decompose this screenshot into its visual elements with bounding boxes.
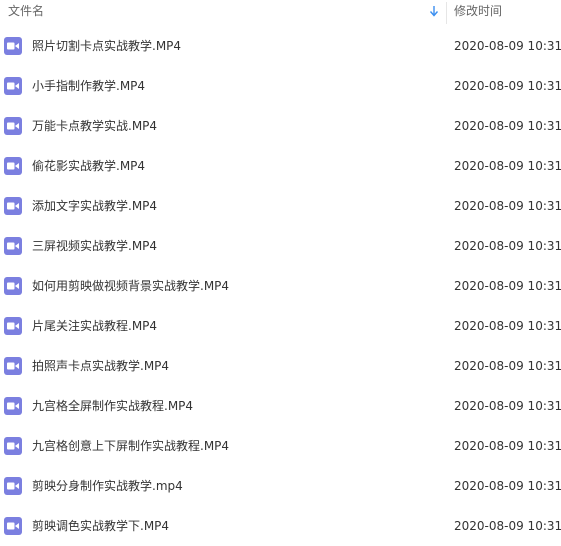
video-file-icon <box>4 157 22 175</box>
file-modified-time: 2020-08-09 10:31 <box>454 399 561 413</box>
file-modified-time: 2020-08-09 10:31 <box>454 159 561 173</box>
file-name[interactable]: 剪映调色实战教学下.MP4 <box>32 517 169 535</box>
column-header-name[interactable]: 文件名 <box>8 3 44 19</box>
file-modified-time: 2020-08-09 10:31 <box>454 199 561 213</box>
file-name[interactable]: 照片切割卡点实战教学.MP4 <box>32 37 181 55</box>
video-file-icon <box>4 477 22 495</box>
video-file-icon <box>4 277 22 295</box>
sort-down-arrow-icon[interactable] <box>429 4 439 18</box>
file-modified-time: 2020-08-09 10:31 <box>454 359 561 373</box>
file-row[interactable]: 剪映调色实战教学下.MP4 2020-08-09 10:31 <box>0 506 561 546</box>
file-name[interactable]: 片尾关注实战教程.MP4 <box>32 317 157 335</box>
video-file-icon <box>4 517 22 535</box>
file-modified-time: 2020-08-09 10:31 <box>454 39 561 53</box>
file-modified-time: 2020-08-09 10:31 <box>454 279 561 293</box>
file-list-header: 文件名 修改时间 <box>0 0 561 24</box>
video-file-icon <box>4 397 22 415</box>
video-file-icon <box>4 317 22 335</box>
video-file-icon <box>4 197 22 215</box>
file-name[interactable]: 九宫格创意上下屏制作实战教程.MP4 <box>32 437 229 455</box>
column-header-modified-time[interactable]: 修改时间 <box>454 3 502 19</box>
file-name[interactable]: 九宫格全屏制作实战教程.MP4 <box>32 397 193 415</box>
file-name[interactable]: 如何用剪映做视频背景实战教学.MP4 <box>32 277 229 295</box>
file-row[interactable]: 九宫格全屏制作实战教程.MP4 2020-08-09 10:31 <box>0 386 561 426</box>
file-row[interactable]: 九宫格创意上下屏制作实战教程.MP4 2020-08-09 10:31 <box>0 426 561 466</box>
video-file-icon <box>4 357 22 375</box>
file-name[interactable]: 拍照声卡点实战教学.MP4 <box>32 357 169 375</box>
file-name[interactable]: 万能卡点教学实战.MP4 <box>32 117 157 135</box>
video-file-icon <box>4 37 22 55</box>
file-list: 照片切割卡点实战教学.MP4 2020-08-09 10:31 小手指制作教学.MP… <box>0 26 561 546</box>
file-row[interactable]: 三屏视频实战教学.MP4 2020-08-09 10:31 <box>0 226 561 266</box>
video-file-icon <box>4 77 22 95</box>
file-name[interactable]: 三屏视频实战教学.MP4 <box>32 237 157 255</box>
file-row[interactable]: 偷花影实战教学.MP4 2020-08-09 10:31 <box>0 146 561 186</box>
file-row[interactable]: 片尾关注实战教程.MP4 2020-08-09 10:31 <box>0 306 561 346</box>
file-modified-time: 2020-08-09 10:31 <box>454 479 561 493</box>
column-divider[interactable] <box>446 2 447 24</box>
video-file-icon <box>4 437 22 455</box>
file-row[interactable]: 拍照声卡点实战教学.MP4 2020-08-09 10:31 <box>0 346 561 386</box>
file-modified-time: 2020-08-09 10:31 <box>454 439 561 453</box>
file-modified-time: 2020-08-09 10:31 <box>454 519 561 533</box>
file-row[interactable]: 如何用剪映做视频背景实战教学.MP4 2020-08-09 10:31 <box>0 266 561 306</box>
file-name[interactable]: 剪映分身制作实战教学.mp4 <box>32 477 183 495</box>
file-row[interactable]: 小手指制作教学.MP4 2020-08-09 10:31 <box>0 66 561 106</box>
file-modified-time: 2020-08-09 10:31 <box>454 79 561 93</box>
file-name[interactable]: 添加文字实战教学.MP4 <box>32 197 157 215</box>
file-name[interactable]: 偷花影实战教学.MP4 <box>32 157 145 175</box>
file-name[interactable]: 小手指制作教学.MP4 <box>32 77 145 95</box>
file-row[interactable]: 万能卡点教学实战.MP4 2020-08-09 10:31 <box>0 106 561 146</box>
file-row[interactable]: 添加文字实战教学.MP4 2020-08-09 10:31 <box>0 186 561 226</box>
video-file-icon <box>4 117 22 135</box>
file-row[interactable]: 照片切割卡点实战教学.MP4 2020-08-09 10:31 <box>0 26 561 66</box>
video-file-icon <box>4 237 22 255</box>
file-modified-time: 2020-08-09 10:31 <box>454 319 561 333</box>
file-row[interactable]: 剪映分身制作实战教学.mp4 2020-08-09 10:31 <box>0 466 561 506</box>
file-modified-time: 2020-08-09 10:31 <box>454 239 561 253</box>
file-modified-time: 2020-08-09 10:31 <box>454 119 561 133</box>
